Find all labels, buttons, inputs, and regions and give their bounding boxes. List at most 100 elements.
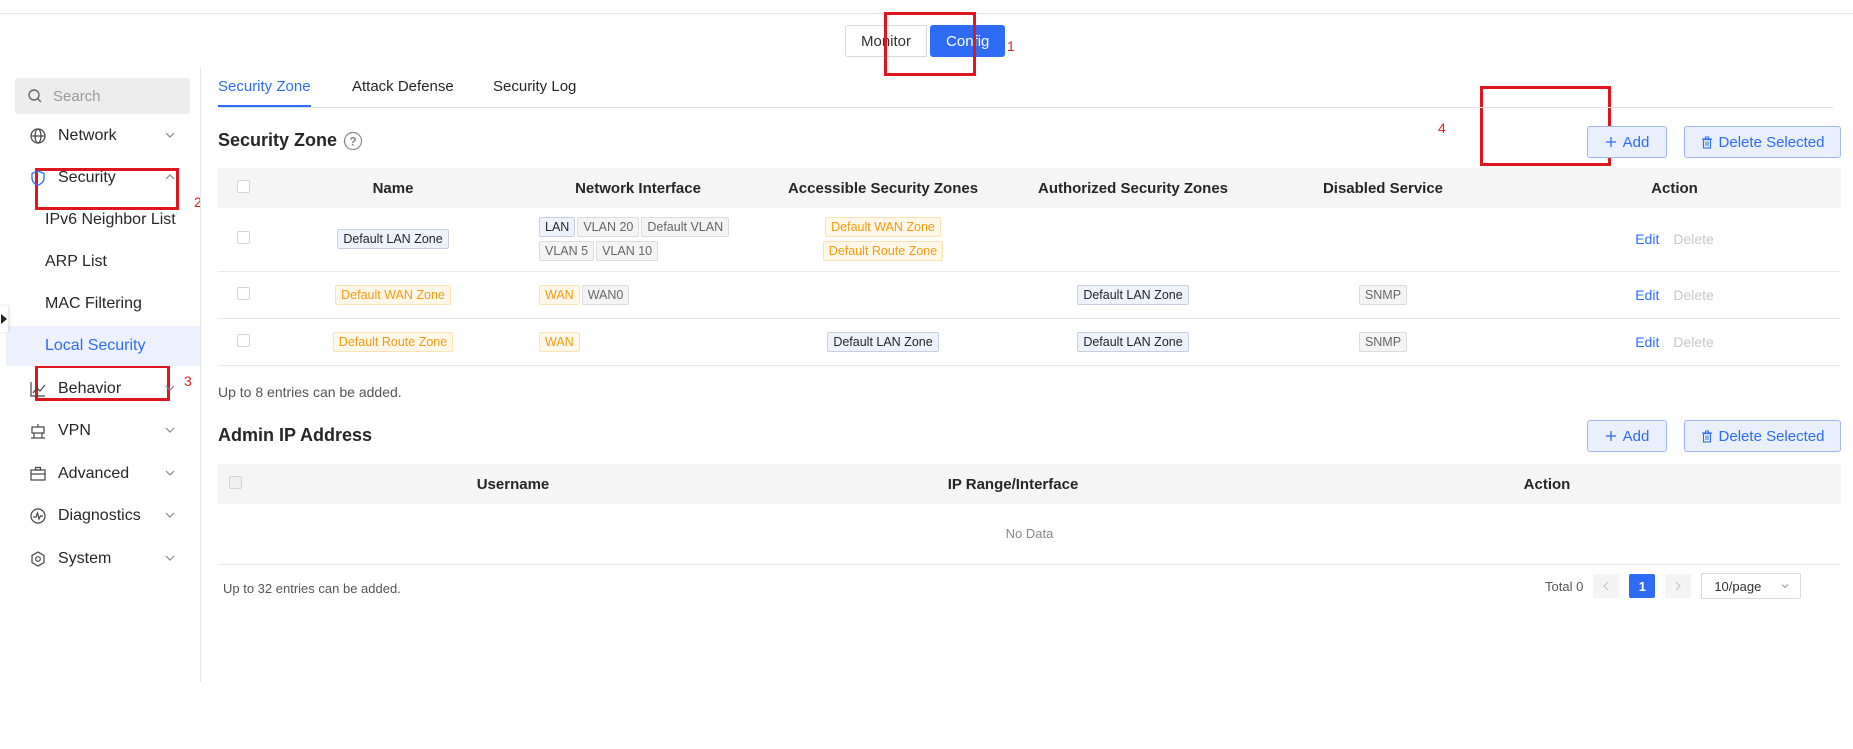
column-header: Network Interface xyxy=(518,168,758,208)
system-icon xyxy=(28,549,48,569)
accessible-zones-cell xyxy=(758,271,1008,319)
chevron-down-icon xyxy=(1781,584,1789,589)
disabled-service-cell: SNMP xyxy=(1258,318,1508,366)
zone-tag: Default LAN Zone xyxy=(1077,331,1189,352)
zone-tag: Default LAN Zone xyxy=(1077,284,1189,305)
row-select-cell xyxy=(218,208,268,272)
column-header: Authorized Security Zones xyxy=(1008,168,1258,208)
admin-ip-table: Username IP Range/Interface Action No Da… xyxy=(218,464,1841,565)
page-size-select[interactable]: 10/page xyxy=(1701,573,1802,599)
zone-name-tag: Default Route Zone xyxy=(332,331,454,352)
sidebar-item-network[interactable]: Network xyxy=(6,116,200,156)
help-icon[interactable]: ? xyxy=(343,131,363,151)
chevron-down-icon xyxy=(165,512,175,518)
authorized-zones-cell: Default LAN Zone xyxy=(1008,318,1258,366)
search-input[interactable]: Search xyxy=(15,78,190,114)
delete-link[interactable]: Delete xyxy=(1673,334,1713,350)
row-select-cell xyxy=(218,271,268,319)
sidebar-item-label: Advanced xyxy=(58,465,130,482)
sidebar-item-local-security[interactable]: Local Security xyxy=(6,326,200,366)
authorized-zones-cell: Default LAN Zone xyxy=(1008,271,1258,319)
column-header: Action xyxy=(1508,168,1841,208)
service-tag: SNMP xyxy=(1358,284,1408,305)
table-row: Default Route Zone WAN Default LAN Zone … xyxy=(218,318,1841,366)
admin-ip-title: Admin IP Address xyxy=(218,425,372,446)
admin-ip-limit-note: Up to 32 entries can be added. xyxy=(223,581,401,596)
sidebar-item-system[interactable]: System xyxy=(6,539,200,579)
sidebar-item-security[interactable]: Security xyxy=(6,158,200,198)
sidebar-item-vpn[interactable]: VPN xyxy=(6,411,200,451)
table-header-row: Username IP Range/Interface Action xyxy=(218,464,1841,504)
column-header: Name xyxy=(268,168,518,208)
sidebar-item-advanced[interactable]: Advanced xyxy=(6,454,200,494)
row-checkbox[interactable] xyxy=(236,231,250,245)
svg-text:?: ? xyxy=(349,134,356,148)
accessible-zones-cell: Default WAN Zone Default Route Zone xyxy=(758,208,1008,272)
sidebar-collapse-handle[interactable] xyxy=(0,306,8,332)
interface-cell: WAN xyxy=(518,318,758,366)
chevron-down-icon xyxy=(165,470,175,476)
sidebar-item-diagnostics[interactable]: Diagnostics xyxy=(6,496,200,536)
column-header: Accessible Security Zones xyxy=(758,168,1008,208)
sidebar-item-ipv6-neighbor-list[interactable]: IPv6 Neighbor List xyxy=(6,200,200,240)
delete-selected-admin-ip-button[interactable]: Delete Selected xyxy=(1684,420,1841,452)
prev-page-button[interactable] xyxy=(1593,574,1620,598)
row-checkbox[interactable] xyxy=(236,333,250,347)
action-cell: Edit Delete xyxy=(1508,318,1841,366)
edit-link[interactable]: Edit xyxy=(1635,334,1659,350)
add-zone-button[interactable]: Add xyxy=(1587,126,1667,158)
name-cell: Default WAN Zone xyxy=(268,271,518,319)
add-label: Add xyxy=(1622,133,1650,151)
page-number-button[interactable]: 1 xyxy=(1629,574,1656,598)
next-page-button[interactable] xyxy=(1665,574,1692,598)
chevron-down-icon xyxy=(165,555,175,561)
tab-attack-defense[interactable]: Attack Defense xyxy=(352,78,454,105)
sidebar-item-behavior[interactable]: Behavior xyxy=(6,369,200,409)
row-checkbox[interactable] xyxy=(236,286,250,300)
vpn-icon xyxy=(28,421,48,441)
empty-row: No Data xyxy=(218,504,1841,565)
interface-tag: WAN xyxy=(539,284,580,305)
tab-security-log[interactable]: Security Log xyxy=(493,78,576,105)
annotation-box-config xyxy=(884,12,976,76)
service-tag: SNMP xyxy=(1358,331,1408,352)
delete-link[interactable]: Delete xyxy=(1673,287,1713,303)
chevron-up-icon xyxy=(165,174,175,180)
select-all-checkbox xyxy=(229,475,242,489)
total-count: Total 0 xyxy=(1545,578,1584,594)
trash-icon xyxy=(1701,136,1712,149)
sidebar-item-arp-list[interactable]: ARP List xyxy=(6,242,200,282)
security-zone-title: Security Zone ? xyxy=(218,130,363,151)
row-select-cell xyxy=(218,318,268,366)
annotation-4: 4 xyxy=(1438,120,1446,136)
pagination: Total 0 1 10/page xyxy=(1545,573,1802,599)
authorized-zones-cell xyxy=(1008,208,1258,272)
briefcase-icon xyxy=(28,464,48,484)
zone-name-tag: Default WAN Zone xyxy=(335,284,451,305)
table-header-row: Name Network Interface Accessible Securi… xyxy=(218,168,1841,208)
sidebar-item-mac-filtering[interactable]: MAC Filtering xyxy=(6,284,200,324)
delete-link[interactable]: Delete xyxy=(1673,231,1713,247)
delete-selected-zones-button[interactable]: Delete Selected xyxy=(1684,126,1841,158)
add-admin-ip-button[interactable]: Add xyxy=(1587,420,1667,452)
edit-link[interactable]: Edit xyxy=(1635,231,1659,247)
no-data-text: No Data xyxy=(218,504,1841,565)
annotation-1: 1 xyxy=(1007,38,1015,54)
select-all-cell xyxy=(218,464,253,504)
edit-link[interactable]: Edit xyxy=(1635,287,1659,303)
plus-icon xyxy=(1605,137,1616,147)
column-header: Disabled Service xyxy=(1258,168,1508,208)
zone-name-tag: Default LAN Zone xyxy=(337,229,449,250)
tab-security-zone[interactable]: Security Zone xyxy=(218,78,311,107)
table-row: Default WAN Zone WAN WAN0 Default LAN Zon… xyxy=(218,271,1841,319)
select-all-checkbox[interactable] xyxy=(236,179,250,193)
sidebar: Search Network Security IPv6 Neighbor Li… xyxy=(6,68,201,682)
diagnostics-icon xyxy=(28,506,48,526)
chevron-down-icon xyxy=(165,385,175,391)
shield-icon xyxy=(28,168,48,188)
chevron-right-icon xyxy=(1675,581,1682,591)
search-placeholder: Search xyxy=(53,87,101,105)
delete-selected-label: Delete Selected xyxy=(1718,427,1825,445)
interface-tag: Default VLAN xyxy=(641,217,730,238)
trash-icon xyxy=(1701,430,1712,443)
